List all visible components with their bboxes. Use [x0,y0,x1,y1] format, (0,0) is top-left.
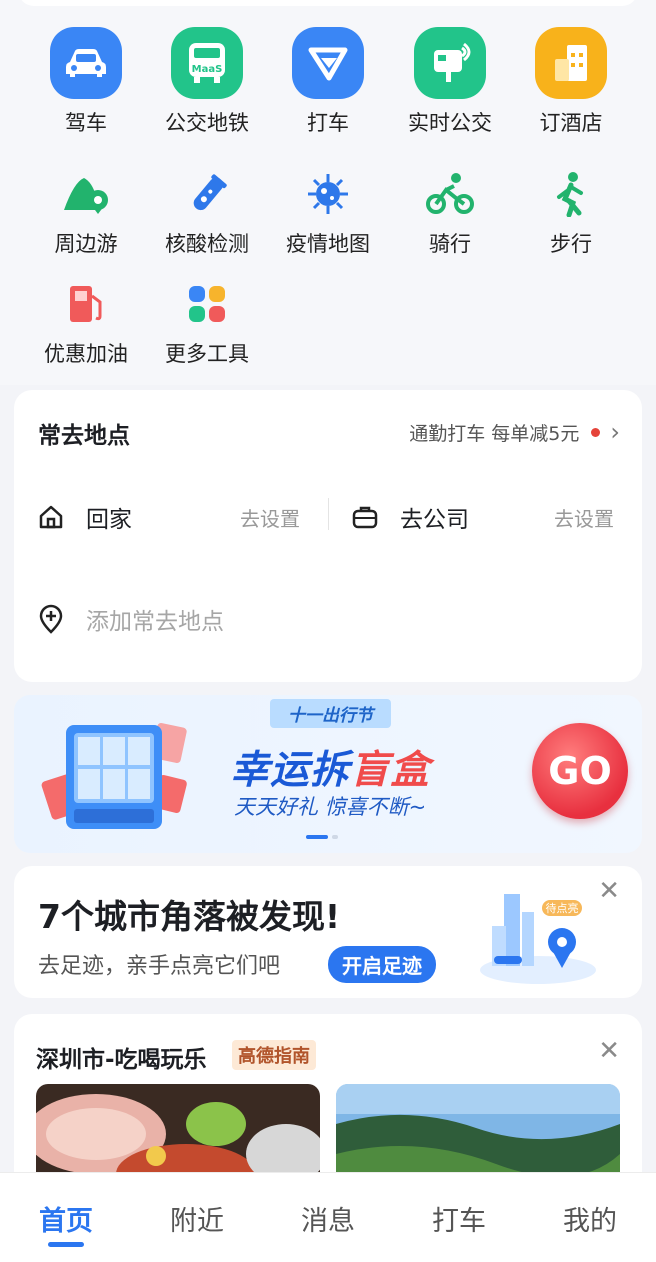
fuel-icon [60,278,112,330]
carousel-dot-active [306,835,328,839]
tool-epidemic-map[interactable]: 疫情地图 [267,158,389,258]
tool-fuel[interactable]: 优惠加油 [25,268,147,368]
banner-subline: 天天好礼 惊喜不断~ [234,795,427,819]
virus-icon [302,168,354,220]
commute-promo-link[interactable]: 通勤打车 每单减5元 › [409,418,620,446]
close-icon[interactable]: ✕ [598,876,620,906]
footprint-card: 7个城市角落被发现! 去足迹，亲手点亮它们吧 开启足迹 待点亮 ✕ [14,866,642,998]
hotel-icon [535,27,607,99]
taxi-icon [292,27,364,99]
festival-tag: 十一出行节 [270,699,391,728]
tool-nearby-travel[interactable]: 周边游 [25,158,147,258]
tool-hotel[interactable]: 订酒店 [510,27,632,137]
tool-label: 步行 [550,232,592,256]
bottom-tab-bar: 首页 附近 消息 打车 我的 [0,1172,656,1262]
walking-icon [545,168,597,220]
headline-part-a: 幸运拆 [230,748,351,793]
tool-label: 更多工具 [165,342,249,366]
tool-label: 打车 [307,111,349,135]
briefcase-icon [352,504,378,530]
tab-home[interactable]: 首页 [16,1199,116,1238]
carousel-indicator [306,835,338,839]
tool-drive[interactable]: 驾车 [25,27,147,137]
active-tab-indicator [48,1242,84,1247]
tool-realtime-bus[interactable]: 实时公交 [389,27,511,137]
bus-icon: MaaS [171,27,243,99]
car-icon [50,27,122,99]
tool-cycling[interactable]: 骑行 [389,158,511,258]
tool-grid: 驾车 MaaS 公交地铁 打车 实时公交 订酒店 周边游 核酸检测 疫情地图 骑… [0,0,656,385]
tab-nearby[interactable]: 附近 [147,1199,247,1238]
promo-dot [591,427,601,437]
carousel-dot [332,835,338,839]
frequent-places-card: 常去地点 通勤打车 每单减5元 › 回家 去设置 去公司 去设置 添加常去地点 [14,390,642,682]
tool-covid-test[interactable]: 核酸检测 [146,158,268,258]
tool-more[interactable]: 更多工具 [146,268,268,368]
test-tube-icon [181,168,233,220]
add-location-icon [38,604,64,634]
divider [328,498,329,530]
tool-walking[interactable]: 步行 [510,158,632,258]
tool-label: 疫情地图 [286,232,370,256]
guide-badge: 高德指南 [232,1040,316,1070]
tool-label: 优惠加油 [44,342,128,366]
promo-banner[interactable]: 十一出行节 幸运拆盲盒 天天好礼 惊喜不断~ GO [14,695,642,853]
open-footprint-button[interactable]: 开启足迹 [328,946,436,983]
home-icon [38,504,64,530]
bus-badge-text: MaaS [192,64,223,75]
go-button[interactable]: GO [532,723,628,819]
cycling-icon [424,168,476,220]
home-setup-link[interactable]: 去设置 [240,503,300,532]
footprint-desc: 去足迹，亲手点亮它们吧 [38,954,281,979]
chevron-right-icon: › [610,418,620,446]
guide-title: 深圳市-吃喝玩乐 [36,1047,207,1073]
pin-label: 待点亮 [546,901,579,915]
nearby-travel-icon [60,168,112,220]
tool-label: 公交地铁 [165,111,249,135]
footprint-title: 7个城市角落被发现! [38,897,341,936]
places-title: 常去地点 [38,423,130,449]
tab-taxi[interactable]: 打车 [409,1199,509,1238]
city-pin-illustration: 待点亮 [480,894,596,984]
work-place[interactable]: 去公司 [352,500,469,534]
close-icon[interactable]: ✕ [598,1036,620,1066]
promo-text: 通勤打车 每单减5元 [409,422,580,445]
home-place[interactable]: 回家 [38,500,132,534]
tool-label: 周边游 [54,232,118,256]
realtime-bus-icon [414,27,486,99]
tool-label: 骑行 [429,232,471,256]
home-label: 回家 [86,507,132,533]
blind-box-machine-illustration [41,723,187,829]
tool-label: 核酸检测 [165,232,249,256]
tool-label: 驾车 [65,111,107,135]
banner-headline: 幸运拆盲盒 [230,739,430,795]
tab-messages[interactable]: 消息 [278,1199,378,1238]
add-place-label: 添加常去地点 [86,609,224,635]
work-label: 去公司 [400,507,469,533]
more-tools-icon [181,278,233,330]
tool-label: 订酒店 [539,111,603,135]
tool-bus-metro[interactable]: MaaS 公交地铁 [146,27,268,137]
tab-me[interactable]: 我的 [540,1199,640,1238]
tool-label: 实时公交 [408,111,492,135]
tool-taxi[interactable]: 打车 [267,27,389,137]
work-setup-link[interactable]: 去设置 [554,503,614,532]
add-place-button[interactable]: 添加常去地点 [38,602,224,636]
headline-part-b: 盲盒 [350,748,431,793]
